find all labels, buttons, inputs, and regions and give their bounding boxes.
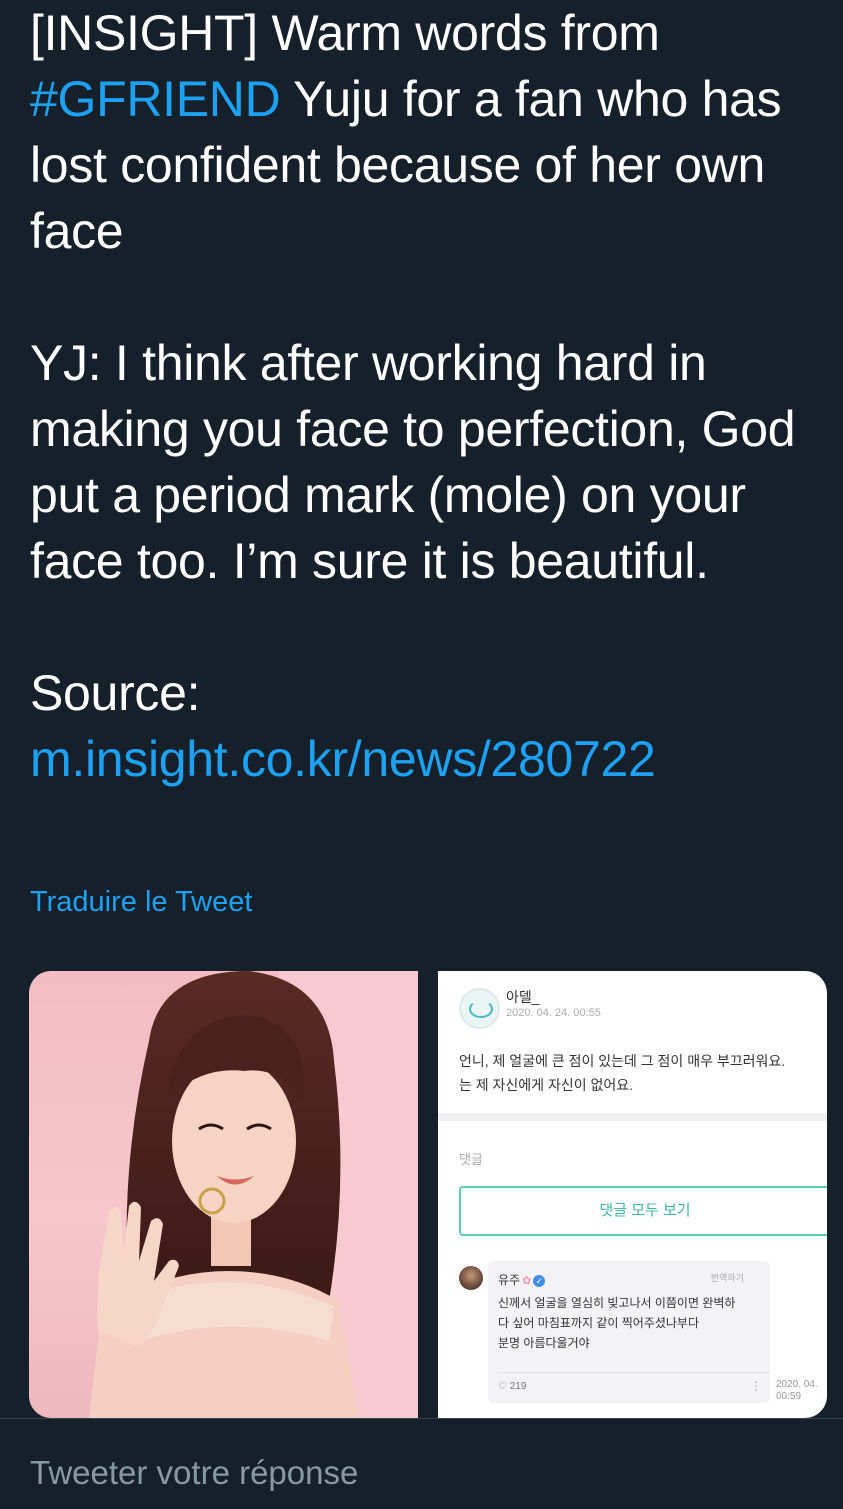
reply-input[interactable]: Tweeter votre réponse [30,1454,358,1492]
reply-date-line-2: 00:59 [776,1391,802,1402]
tweet-media: 아델_ 2020. 04. 24. 00:55 언니, 제 얼굴에 큰 점이 있… [29,971,827,1418]
replier-name: 유주 ✿ ✓ [498,1271,546,1288]
divider [438,1113,827,1121]
poster-username: 아델_ [506,989,540,1005]
tweet-photo[interactable] [29,971,418,1418]
replier-name-text: 유주 [498,1273,521,1287]
tweet-headline: [INSIGHT] Warm words from #GFRIEND Yuju … [30,0,830,264]
verified-icon: ✓ [533,1274,546,1287]
translate-tweet-link[interactable]: Traduire le Tweet [30,886,252,919]
reply-date-line-1: 2020. 04. [776,1379,818,1390]
headline-prefix: [INSIGHT] Warm words from [30,5,660,61]
flower-icon: ✿ [522,1275,532,1287]
reply-line-1: 신께서 얼굴을 열심히 빚고나서 이쯤이면 완벽하 [498,1296,736,1310]
reply-divider [498,1372,770,1373]
post-line-2: 는 제 자신에게 자신이 없어요. [459,1077,634,1093]
more-options-icon: ⋮ [750,1379,762,1393]
translate-label: 번역하기 [710,1273,744,1283]
like-icon: ♡ [498,1381,510,1392]
tweet-quote: YJ: I think after working hard in making… [30,335,796,589]
reply-line-3: 분명 아름다울거야 [498,1336,590,1350]
tweet-source: Source: m.insight.co.kr/news/280722 [30,660,830,792]
hashtag-link[interactable]: #GFRIEND [30,71,281,127]
comment-screenshot[interactable]: 아델_ 2020. 04. 24. 00:55 언니, 제 얼굴에 큰 점이 있… [438,971,827,1418]
reply-line-2: 다 싶어 마침표까지 같이 찍어주셨나부다 [498,1316,700,1330]
reply-likes: ♡ 219 [498,1381,526,1392]
source-label: Source: [30,665,201,721]
reply-bubble: 유주 ✿ ✓ 번역하기 신께서 얼굴을 열심히 빚고나서 이쯤이면 완벽하 다 싶어… [488,1261,770,1403]
replier-avatar [459,1266,483,1290]
portrait-image [89,971,418,1418]
view-all-comments-button: 댓글 모두 보기 [459,1186,827,1236]
likes-count: 219 [509,1381,527,1392]
comments-label: 댓글 [459,1152,483,1167]
source-link[interactable]: m.insight.co.kr/news/280722 [30,731,656,787]
poster-avatar [459,988,500,1029]
post-line-1: 언니, 제 얼굴에 큰 점이 있는데 그 점이 매우 부끄러워요. [459,1053,786,1069]
post-date: 2020. 04. 24. 00:55 [506,1007,601,1019]
post-body: 언니, 제 얼굴에 큰 점이 있는데 그 점이 매우 부끄러워요. 는 제 자신… [459,1049,827,1097]
tweet-text: [INSIGHT] Warm words from #GFRIEND Yuju … [30,0,830,792]
reply-text: 신께서 얼굴을 열심히 빚고나서 이쯤이면 완벽하 다 싶어 마침표까지 같이 … [498,1293,768,1353]
reply-date: 2020. 04. 00:59 [776,1379,827,1403]
divider [0,1418,843,1419]
